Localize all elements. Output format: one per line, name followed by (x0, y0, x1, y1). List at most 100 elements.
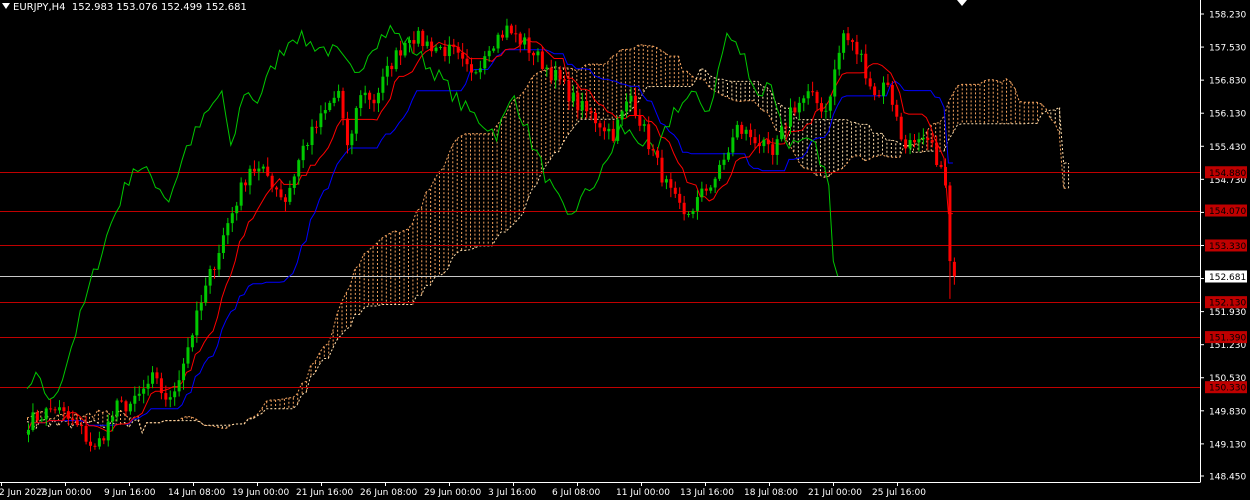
candle (164, 385, 168, 407)
candle (620, 109, 624, 126)
candle (881, 76, 885, 104)
price-tick-label: 148.450 (1209, 473, 1246, 483)
chart-header: EURJPY,H4 152.983 153.076 152.499 152.68… (2, 2, 247, 14)
price-chart[interactable]: 158.230157.530156.830156.130155.430154.7… (0, 0, 1250, 500)
candle (682, 195, 686, 221)
candle (155, 367, 159, 384)
level-price-badge: 150.330 (1205, 381, 1247, 394)
dropdown-triangle-icon (2, 3, 10, 9)
candle (780, 124, 784, 142)
candle (908, 133, 912, 155)
candle (873, 82, 877, 101)
candle (75, 415, 79, 427)
price-tick-label: 149.130 (1209, 440, 1246, 450)
symbol-label: EURJPY,H4 (13, 2, 66, 13)
shift-marker-icon[interactable] (957, 0, 967, 6)
candle (678, 187, 682, 210)
candle (314, 120, 318, 134)
candle (120, 396, 124, 403)
candle (576, 83, 580, 119)
candle (199, 294, 203, 321)
candle (855, 34, 859, 65)
time-tick-label: 18 Jul 08:00 (744, 488, 798, 498)
candle (319, 105, 323, 135)
tenkan-sen-line (26, 39, 953, 434)
candle (328, 100, 332, 112)
candle (833, 59, 837, 106)
candle (97, 431, 101, 450)
level-price-badge: 151.390 (1205, 331, 1247, 344)
candle (275, 185, 279, 197)
candle (456, 42, 460, 60)
candle (257, 161, 261, 181)
candle (492, 46, 496, 53)
candle (815, 90, 819, 111)
candle (722, 152, 726, 170)
level-price-badge: 153.330 (1205, 239, 1247, 252)
candle (771, 137, 775, 165)
candle (673, 181, 677, 198)
candle (501, 30, 505, 41)
candle (226, 217, 230, 245)
price-tick-label: 157.530 (1209, 44, 1246, 54)
candle (744, 126, 748, 141)
candle (261, 164, 265, 173)
candle (182, 358, 186, 390)
candle (749, 123, 753, 145)
candle (509, 23, 513, 35)
candle (660, 149, 664, 187)
time-tick-label: 3 Jul 16:00 (488, 488, 537, 498)
candle (527, 28, 531, 62)
candle (726, 147, 730, 162)
candle (496, 32, 500, 53)
candle (297, 158, 301, 185)
svg-text:152.130: 152.130 (1209, 299, 1246, 309)
candle (452, 38, 456, 55)
candle (842, 30, 846, 60)
candle (208, 265, 212, 294)
candle (403, 41, 407, 58)
candle (58, 400, 62, 414)
level-price-badge: 154.880 (1205, 166, 1247, 179)
svg-text:152.681: 152.681 (1209, 273, 1246, 283)
candle (190, 333, 194, 352)
candle (788, 98, 792, 135)
candle (532, 51, 536, 66)
candle (598, 120, 602, 137)
candle (376, 87, 380, 113)
candle (890, 80, 894, 112)
candle (899, 112, 903, 142)
candle (337, 84, 341, 102)
candle (239, 177, 243, 211)
candle (713, 176, 717, 193)
price-tick-label: 156.130 (1209, 110, 1246, 120)
horizontal-levels (0, 172, 1200, 388)
price-tick-label: 151.930 (1209, 308, 1246, 318)
candle (709, 185, 713, 194)
candle (837, 45, 841, 76)
candle (757, 134, 761, 154)
candle (301, 139, 305, 168)
time-tick-label: 11 Jul 00:00 (616, 488, 670, 498)
candle (616, 116, 620, 144)
candle (766, 131, 770, 154)
candle (850, 38, 854, 51)
candle (115, 398, 119, 422)
candle (332, 91, 336, 107)
candle (425, 35, 429, 49)
candle (536, 48, 540, 63)
candle (350, 130, 354, 155)
time-tick-label: 29 Jun 00:00 (424, 488, 481, 498)
candle (802, 95, 806, 112)
candle (443, 40, 447, 62)
candle (146, 375, 150, 396)
candle (323, 102, 327, 120)
candle (664, 175, 668, 190)
candle (235, 201, 239, 221)
candle (430, 37, 434, 57)
candle (514, 24, 518, 43)
candle (895, 99, 899, 121)
candle (173, 382, 177, 406)
candle (416, 27, 420, 47)
price-tick-label: 158.230 (1209, 11, 1246, 21)
